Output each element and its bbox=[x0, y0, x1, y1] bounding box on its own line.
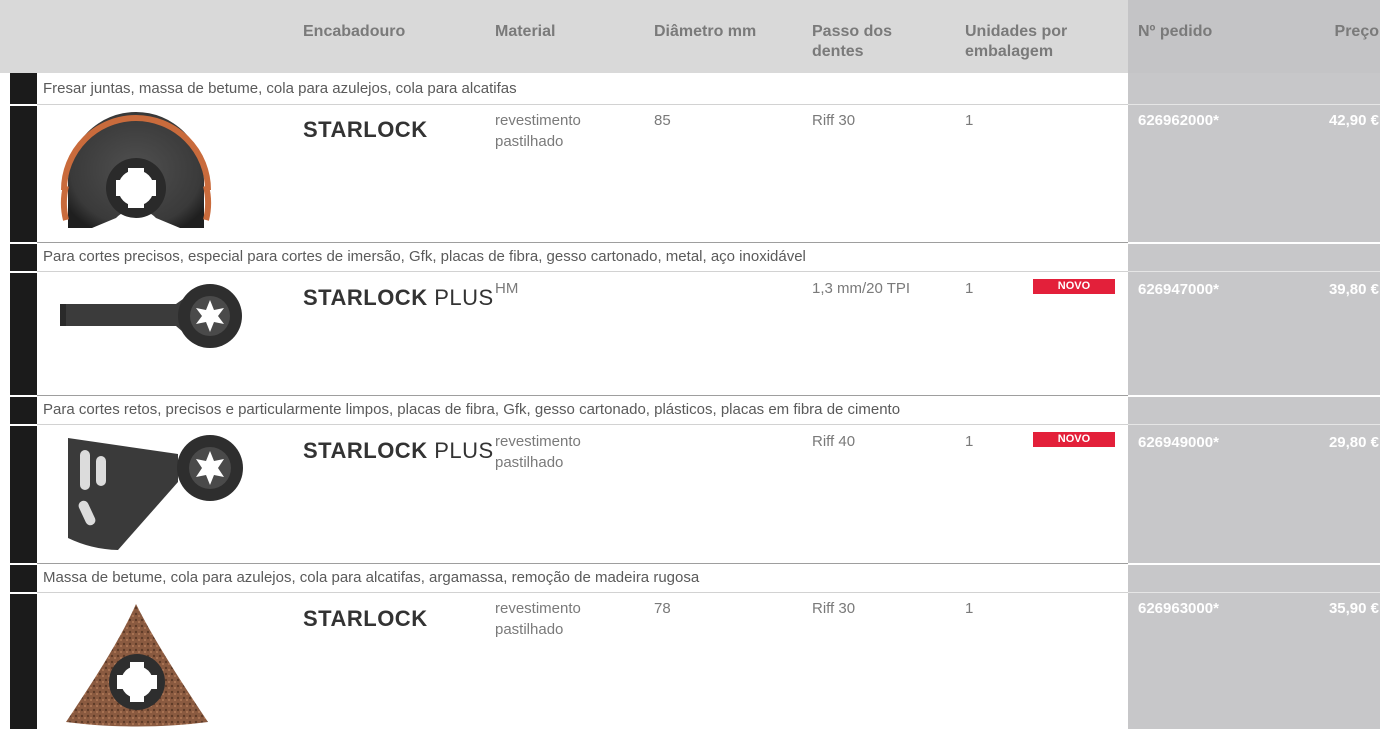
bar-gap bbox=[10, 271, 37, 273]
bar-gap bbox=[10, 563, 37, 565]
category-text: Para cortes retos, precisos e particular… bbox=[43, 401, 901, 418]
bar-gap bbox=[10, 242, 37, 244]
price: 42,90 € bbox=[1328, 112, 1379, 129]
passo-cell: 1,3 mm/20 TPI bbox=[812, 280, 911, 297]
row-divider bbox=[37, 271, 1128, 272]
plunge-cut-blade-icon bbox=[60, 282, 250, 357]
unidades-cell: 1 bbox=[965, 600, 974, 617]
material-cell: revestimento pastilhado bbox=[495, 112, 581, 150]
row-divider bbox=[1128, 104, 1380, 105]
delta-rasp-plate-icon bbox=[62, 600, 212, 734]
passo-cell: Riff 30 bbox=[812, 112, 856, 129]
row-divider bbox=[37, 424, 1128, 425]
header-pedido: Nº pedido bbox=[1138, 23, 1213, 40]
material-cell: HM bbox=[495, 280, 519, 297]
category-text: Para cortes precisos, especial para cort… bbox=[43, 248, 806, 265]
unidades-cell: 1 bbox=[965, 112, 974, 129]
left-dark-bar bbox=[10, 73, 37, 729]
bar-gap bbox=[10, 424, 37, 426]
header-passo: Passo dos dentes bbox=[812, 23, 893, 60]
starlock-plus-logo: STARLOCK PLUS bbox=[303, 285, 494, 310]
row-divider bbox=[1128, 424, 1380, 425]
row-divider bbox=[37, 395, 1128, 396]
novo-badge: NOVO bbox=[1033, 432, 1115, 447]
header-diametro: Diâmetro mm bbox=[654, 23, 757, 40]
category-text: Fresar juntas, massa de betume, cola par… bbox=[43, 80, 517, 97]
row-divider bbox=[1128, 395, 1380, 397]
row-divider bbox=[37, 242, 1128, 243]
rasp-blade-icon bbox=[58, 430, 248, 565]
order-price-column-band bbox=[1128, 73, 1380, 729]
order-number: 626947000* bbox=[1138, 281, 1219, 298]
category-text: Massa de betume, cola para azulejos, col… bbox=[43, 569, 700, 586]
bar-gap bbox=[10, 104, 37, 106]
header-preco: Preço bbox=[1334, 23, 1379, 40]
row-divider bbox=[37, 592, 1128, 593]
header-encabadouro: Encabadouro bbox=[303, 23, 406, 40]
starlock-logo: STARLOCK bbox=[303, 606, 428, 631]
price: 35,90 € bbox=[1328, 600, 1379, 617]
order-number: 626963000* bbox=[1138, 600, 1219, 617]
row-divider bbox=[1128, 242, 1380, 244]
row-divider bbox=[1128, 592, 1380, 593]
header-unidades: Unidades por embalagem bbox=[965, 23, 1068, 60]
row-divider bbox=[1128, 271, 1380, 272]
passo-cell: Riff 40 bbox=[812, 433, 856, 450]
diametro-cell: 85 bbox=[654, 112, 671, 129]
header-material: Material bbox=[495, 23, 556, 40]
bar-gap bbox=[10, 592, 37, 594]
diametro-cell: 78 bbox=[654, 600, 671, 617]
novo-badge: NOVO bbox=[1033, 279, 1115, 294]
bar-gap bbox=[10, 395, 37, 397]
starlock-logo: STARLOCK bbox=[303, 117, 428, 142]
row-divider bbox=[37, 104, 1128, 105]
price: 29,80 € bbox=[1328, 434, 1379, 451]
segment-saw-blade-icon bbox=[60, 110, 212, 241]
unidades-cell: 1 bbox=[965, 433, 974, 450]
row-divider bbox=[1128, 563, 1380, 565]
order-number: 626962000* bbox=[1138, 112, 1219, 129]
material-cell: revestimento pastilhado bbox=[495, 433, 581, 471]
material-cell: revestimento pastilhado bbox=[495, 600, 581, 638]
unidades-cell: 1 bbox=[965, 280, 974, 297]
starlock-plus-logo: STARLOCK PLUS bbox=[303, 438, 494, 463]
price: 39,80 € bbox=[1328, 281, 1379, 298]
passo-cell: Riff 30 bbox=[812, 600, 856, 617]
order-number: 626949000* bbox=[1138, 434, 1219, 451]
